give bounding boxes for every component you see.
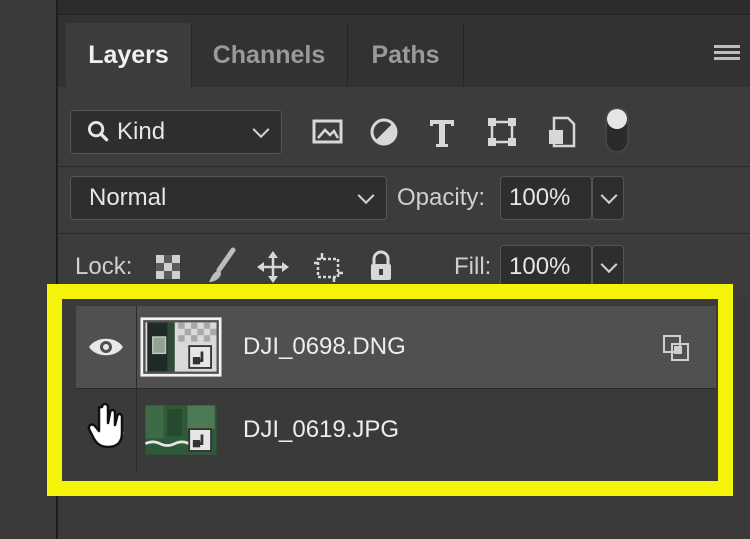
smart-object-filter-icon[interactable] xyxy=(544,112,580,152)
layers-list: DJI_0698.DNG DJI_0619.JPG xyxy=(58,298,750,539)
blend-mode-select[interactable]: Normal xyxy=(70,176,387,220)
chevron-down-icon xyxy=(252,121,270,139)
tab-divider xyxy=(463,23,464,87)
lock-image-pixels-brush-icon[interactable] xyxy=(205,246,241,286)
opacity-label: Opacity: xyxy=(397,184,486,211)
fill-value: 100% xyxy=(509,253,571,280)
type-filter-icon[interactable] xyxy=(424,112,460,152)
layer-thumbnail xyxy=(140,317,222,377)
layer-row[interactable]: DJI_0619.JPG xyxy=(76,389,716,471)
fill-label: Fill: xyxy=(454,253,492,280)
layer-thumbnail xyxy=(144,405,217,455)
lock-artboard-icon[interactable] xyxy=(311,250,345,284)
row-separator xyxy=(58,233,750,234)
layers-panel: Layers Channels Paths Kind Normal Opacit… xyxy=(58,0,750,539)
panel-menu-icon[interactable] xyxy=(714,45,740,65)
lock-transparent-pixels-icon[interactable] xyxy=(153,252,183,282)
tab-channels[interactable]: Channels xyxy=(192,23,346,87)
left-toolbar-strip xyxy=(0,0,58,539)
tab-layers[interactable]: Layers xyxy=(66,23,191,87)
blend-mode-value: Normal xyxy=(89,184,167,211)
filter-kind-select[interactable]: Kind xyxy=(70,110,282,154)
opacity-input[interactable]: 100% xyxy=(500,176,592,220)
chevron-down-icon xyxy=(600,187,618,205)
adjustment-filter-icon[interactable] xyxy=(366,112,402,152)
opacity-dropdown-button[interactable] xyxy=(592,176,624,220)
hand-cursor-icon xyxy=(87,402,124,449)
image-filter-icon[interactable] xyxy=(310,112,346,152)
panel-tab-bar: Layers Channels Paths xyxy=(58,15,750,87)
lock-all-icon[interactable] xyxy=(366,248,396,284)
eye-icon xyxy=(89,338,123,356)
fill-input[interactable]: 100% xyxy=(500,245,592,289)
row-separator xyxy=(58,166,750,167)
chevron-down-icon xyxy=(357,187,375,205)
fill-dropdown-button[interactable] xyxy=(592,245,624,289)
filter-toggle-icon[interactable] xyxy=(602,104,632,156)
smart-object-badge-icon xyxy=(663,335,689,361)
tab-paths[interactable]: Paths xyxy=(348,23,463,87)
opacity-value: 100% xyxy=(509,184,571,211)
layer-name: DJI_0698.DNG xyxy=(243,333,406,360)
chevron-down-icon xyxy=(600,256,618,274)
visibility-toggle[interactable] xyxy=(76,389,137,471)
shape-filter-icon[interactable] xyxy=(484,112,520,152)
panel-top-bar xyxy=(58,0,750,15)
search-icon xyxy=(87,121,109,142)
layer-row[interactable]: DJI_0698.DNG xyxy=(76,306,716,388)
visibility-toggle[interactable] xyxy=(76,306,137,388)
filter-kind-label: Kind xyxy=(117,118,166,145)
layer-name: DJI_0619.JPG xyxy=(243,416,400,443)
lock-position-move-icon[interactable] xyxy=(256,250,290,284)
lock-label: Lock: xyxy=(75,253,133,280)
